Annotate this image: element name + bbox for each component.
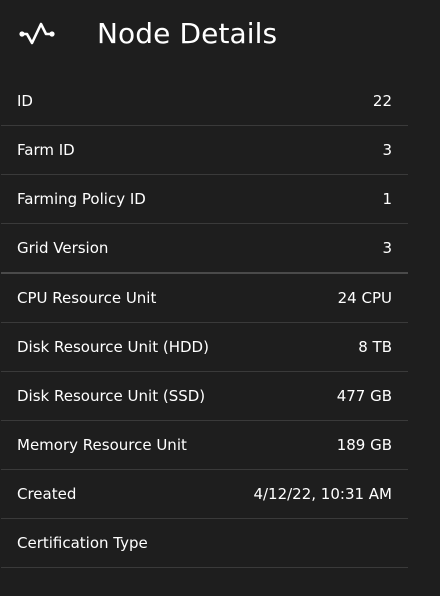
- detail-label: Disk Resource Unit (SSD): [17, 387, 206, 405]
- activity-pulse-icon: [18, 19, 56, 49]
- detail-row-memory-resource-unit: Memory Resource Unit 189 GB: [1, 421, 408, 470]
- detail-row-disk-resource-unit-ssd: Disk Resource Unit (SSD) 477 GB: [1, 372, 408, 421]
- detail-label: Certification Type: [17, 534, 148, 552]
- detail-row-grid-version: Grid Version 3: [1, 224, 408, 274]
- detail-value: 24 CPU: [337, 289, 392, 307]
- node-details-list: ID 22 Farm ID 3 Farming Policy ID 1 Grid…: [1, 77, 408, 568]
- detail-row-certification-type: Certification Type: [1, 519, 408, 568]
- detail-row-cpu-resource-unit: CPU Resource Unit 24 CPU: [1, 274, 408, 323]
- detail-value: 3: [382, 239, 392, 257]
- detail-label: Farm ID: [17, 141, 75, 159]
- detail-label: Farming Policy ID: [17, 190, 146, 208]
- detail-row-disk-resource-unit-hdd: Disk Resource Unit (HDD) 8 TB: [1, 323, 408, 372]
- detail-label: Grid Version: [17, 239, 109, 257]
- detail-label: ID: [17, 92, 33, 110]
- detail-row-id: ID 22: [1, 77, 408, 126]
- detail-value: 189 GB: [336, 436, 392, 454]
- detail-row-created: Created 4/12/22, 10:31 AM: [1, 470, 408, 519]
- detail-value: 4/12/22, 10:31 AM: [253, 485, 392, 503]
- detail-value: 3: [382, 141, 392, 159]
- detail-row-farming-policy-id: Farming Policy ID 1: [1, 175, 408, 224]
- detail-value: 1: [382, 190, 392, 208]
- detail-row-farm-id: Farm ID 3: [1, 126, 408, 175]
- page-title: Node Details: [97, 17, 278, 50]
- detail-label: Disk Resource Unit (HDD): [17, 338, 209, 356]
- details-header: Node Details: [0, 0, 440, 70]
- detail-value: 8 TB: [358, 338, 392, 356]
- detail-label: Created: [17, 485, 77, 503]
- detail-label: Memory Resource Unit: [17, 436, 187, 454]
- detail-value: 22: [372, 92, 392, 110]
- detail-label: CPU Resource Unit: [17, 289, 157, 307]
- detail-value: 477 GB: [336, 387, 392, 405]
